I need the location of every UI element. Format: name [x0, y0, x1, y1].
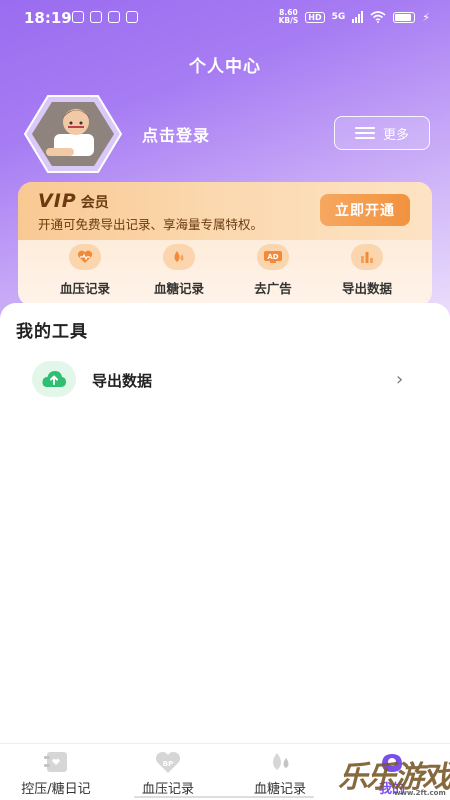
- diary-icon: [44, 752, 67, 772]
- vip-feature-blood-sugar[interactable]: 血糖记录: [129, 244, 229, 297]
- tab-label: 血糖记录: [253, 782, 306, 797]
- status-bar: 18:19 8.60 KB/S HD 5G ⚡: [0, 0, 450, 36]
- menu-icon: [354, 127, 375, 139]
- glucose-icon: [273, 753, 289, 770]
- vip-member-label: 会员: [80, 195, 109, 211]
- vip-card[interactable]: VIP 会员 开通可免费导出记录、享海量专属特权。 立即开通 血压记录 血糖记录…: [18, 182, 432, 306]
- wifi-icon: [370, 11, 386, 23]
- net-speed: 8.60 KB/S: [278, 8, 299, 25]
- notification-icons: [72, 11, 138, 23]
- notification-icon: [72, 11, 84, 23]
- bar-chart-icon: [351, 244, 383, 270]
- network-type: 5G: [331, 12, 346, 22]
- login-link[interactable]: 点击登录: [142, 122, 210, 146]
- tools-section: 我的工具 导出数据 ›: [0, 303, 450, 743]
- tab-label: 血压记录: [141, 782, 194, 797]
- svg-text:AD: AD: [267, 253, 278, 261]
- vip-title: VIP 会员: [38, 190, 109, 212]
- tools-section-title: 我的工具: [16, 322, 88, 342]
- bp-icon: BP: [155, 751, 181, 773]
- vip-feature-export-data[interactable]: 导出数据: [317, 244, 417, 297]
- status-time: 18:19: [24, 9, 72, 27]
- vip-feature-label: 血压记录: [59, 281, 110, 296]
- more-label: 更多: [382, 127, 409, 143]
- blood-drop-icon: [163, 244, 195, 270]
- watermark-url: www.2ft.com: [394, 789, 446, 797]
- avatar[interactable]: [24, 94, 122, 174]
- hd-badge: HD: [305, 11, 325, 23]
- battery-icon: [393, 11, 416, 23]
- vip-feature-blood-pressure[interactable]: 血压记录: [35, 244, 135, 297]
- ad-icon: AD: [257, 244, 289, 270]
- vip-feature-label: 去广告: [254, 281, 292, 296]
- vip-features: 血压记录 血糖记录 AD 去广告 导出数据: [18, 244, 432, 300]
- page-title: 个人中心: [189, 57, 261, 77]
- notification-icon: [108, 11, 120, 23]
- tool-item-export-data[interactable]: 导出数据 ›: [0, 359, 450, 405]
- tab-diary[interactable]: 控压/糖日记: [0, 744, 112, 800]
- signal-icon: [352, 11, 364, 23]
- status-right: 8.60 KB/S HD 5G ⚡: [279, 9, 430, 25]
- tab-blood-sugar[interactable]: 血糖记录: [224, 744, 336, 800]
- vip-description: 开通可免费导出记录、享海量专属特权。: [38, 217, 264, 232]
- svg-text:BP: BP: [163, 760, 173, 768]
- tab-scroll-indicator: [134, 796, 314, 798]
- vip-feature-remove-ads[interactable]: AD 去广告: [223, 244, 323, 297]
- vip-open-button[interactable]: 立即开通: [320, 194, 410, 226]
- watermark-logo: 乐乐游戏 www.2ft.com: [338, 760, 450, 797]
- tab-blood-pressure[interactable]: BP 血压记录: [112, 744, 224, 800]
- tab-label: 控压/糖日记: [21, 782, 91, 797]
- notification-icon: [90, 11, 102, 23]
- more-button[interactable]: 更多: [334, 116, 430, 150]
- notification-icon: [126, 11, 138, 23]
- vip-feature-label: 血糖记录: [153, 281, 204, 296]
- vip-badge: VIP: [38, 190, 77, 212]
- heart-icon: [69, 244, 101, 270]
- cloud-upload-icon: [32, 361, 76, 397]
- chevron-right-icon: ›: [396, 369, 404, 390]
- tool-item-label: 导出数据: [92, 372, 153, 390]
- vip-feature-label: 导出数据: [341, 281, 392, 296]
- charging-icon: ⚡: [422, 10, 430, 24]
